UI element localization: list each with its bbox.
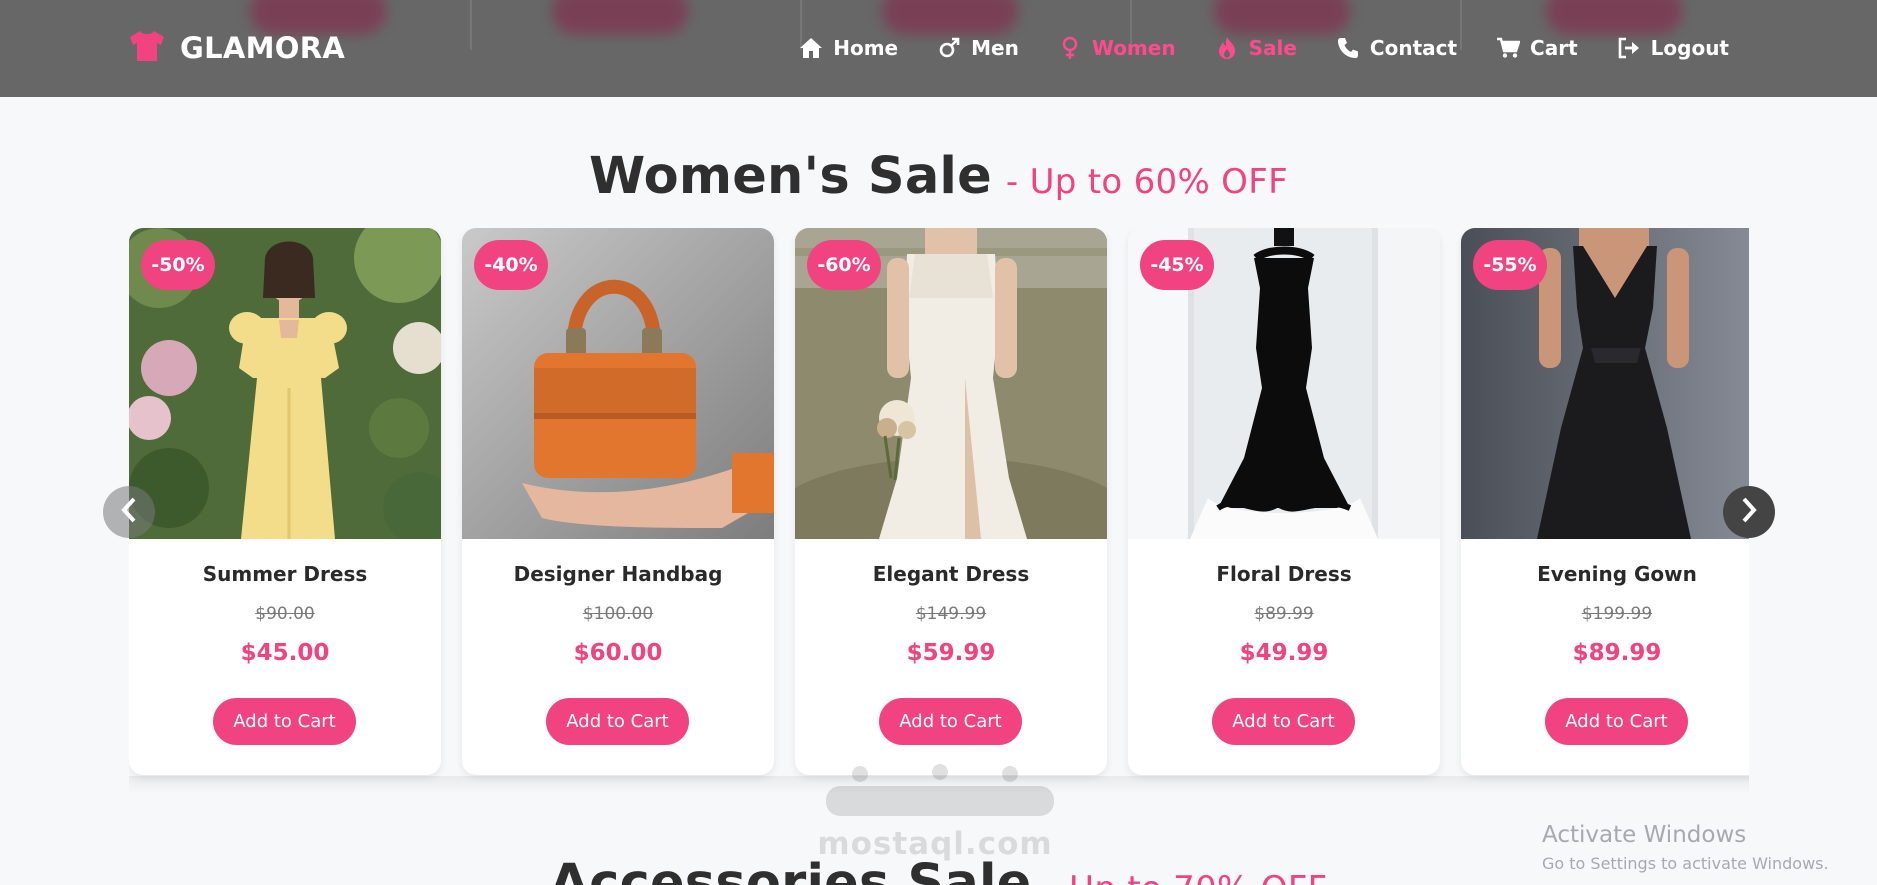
nav-sale-label: Sale [1248, 36, 1297, 60]
product-name[interactable]: Elegant Dress [795, 562, 1107, 586]
brand-logo[interactable]: GLAMORA [128, 24, 345, 72]
nav-logout-label: Logout [1650, 36, 1729, 60]
nav-men-label: Men [971, 36, 1019, 60]
product-card: -45% Floral Dress $89.99 $49.99 Add to C… [1128, 228, 1440, 775]
nav-women-label: Women [1091, 36, 1176, 60]
sale-price: $45.00 [240, 640, 330, 666]
old-price: $149.99 [915, 604, 987, 624]
cart-icon [1496, 36, 1521, 60]
add-to-cart-button[interactable]: Add to Cart [213, 698, 356, 745]
nav-home-label: Home [833, 36, 899, 60]
nav-menu: Home Men Women Sale Contact Cart Logout [799, 26, 1729, 70]
product-name[interactable]: Floral Dress [1128, 562, 1440, 586]
female-icon [1058, 36, 1082, 60]
navbar-background-blob [552, 0, 688, 34]
section-title: Women's Sale [589, 147, 992, 206]
tshirt-icon [128, 30, 166, 66]
discount-badge: -40% [474, 240, 548, 290]
sale-price: $89.99 [1572, 640, 1662, 666]
nav-cart[interactable]: Cart [1496, 36, 1578, 60]
nav-sale[interactable]: Sale [1215, 36, 1297, 60]
black-mermaid-gown-photo[interactable]: -45% [1128, 228, 1440, 539]
nav-logout[interactable]: Logout [1617, 36, 1729, 60]
old-price: $199.99 [1581, 604, 1653, 624]
product-carousel: -50% Summer Dress $90.00 $45.00 Add to C… [129, 228, 1749, 792]
old-price: $90.00 [255, 604, 315, 624]
old-price: $89.99 [1254, 604, 1314, 624]
product-card: -55% Evening Gown $199.99 $89.99 Add to … [1461, 228, 1749, 775]
carousel-next-button[interactable] [1723, 486, 1775, 538]
activation-subtitle: Go to Settings to activate Windows. [1542, 854, 1829, 873]
watermark-text: mostaql.com [817, 826, 1053, 862]
chevron-left-icon [120, 497, 138, 527]
product-card: -60% Elegant Dress $149.99 $59.99 Add to… [795, 228, 1107, 775]
discount-badge: -45% [1140, 240, 1214, 290]
sale-price: $60.00 [573, 640, 663, 666]
phone-icon [1336, 36, 1360, 60]
product-name[interactable]: Evening Gown [1461, 562, 1749, 586]
add-to-cart-button[interactable]: Add to Cart [879, 698, 1022, 745]
activation-title: Activate Windows [1542, 822, 1747, 848]
sale-price: $49.99 [1239, 640, 1329, 666]
navbar-divider [470, 0, 472, 50]
chevron-right-icon [1740, 497, 1758, 527]
discount-badge: -55% [1473, 240, 1547, 290]
nav-contact[interactable]: Contact [1336, 36, 1457, 60]
brand-name: GLAMORA [180, 31, 346, 65]
sale-price: $59.99 [906, 640, 996, 666]
discount-badge: -60% [807, 240, 881, 290]
nav-home[interactable]: Home [799, 36, 898, 60]
add-to-cart-button[interactable]: Add to Cart [546, 698, 689, 745]
nav-women[interactable]: Women [1058, 36, 1176, 60]
nav-men[interactable]: Men [937, 36, 1019, 60]
product-card: -40% Designer Handbag $100.00 $60.00 Add… [462, 228, 774, 775]
logout-icon [1617, 36, 1641, 60]
white-gown-photo[interactable]: -60% [795, 228, 1107, 539]
next-section-subtitle: - Up to 70% OFF [1045, 869, 1327, 885]
navbar: GLAMORA Home Men Women Sale Contact Cart… [0, 0, 1877, 97]
yellow-dress-photo[interactable]: -50% [129, 228, 441, 539]
add-to-cart-button[interactable]: Add to Cart [1545, 698, 1688, 745]
discount-badge: -50% [141, 240, 215, 290]
windows-activation-notice: Activate Windows Go to Settings to activ… [1542, 822, 1829, 873]
product-card: -50% Summer Dress $90.00 $45.00 Add to C… [129, 228, 441, 775]
orange-handbag-photo[interactable]: -40% [462, 228, 774, 539]
black-evening-gown-photo[interactable]: -55% [1461, 228, 1749, 539]
nav-cart-label: Cart [1530, 36, 1578, 60]
section-subtitle: - Up to 60% OFF [1005, 162, 1288, 202]
male-icon [937, 36, 961, 60]
carousel-prev-button[interactable] [103, 486, 155, 538]
product-name[interactable]: Summer Dress [129, 562, 441, 586]
home-icon [799, 36, 823, 60]
product-name[interactable]: Designer Handbag [462, 562, 774, 586]
section-heading: Women's Sale - Up to 60% OFF [0, 147, 1877, 206]
old-price: $100.00 [582, 604, 654, 624]
nav-contact-label: Contact [1369, 36, 1458, 60]
add-to-cart-button[interactable]: Add to Cart [1212, 698, 1355, 745]
fire-icon [1215, 36, 1239, 60]
